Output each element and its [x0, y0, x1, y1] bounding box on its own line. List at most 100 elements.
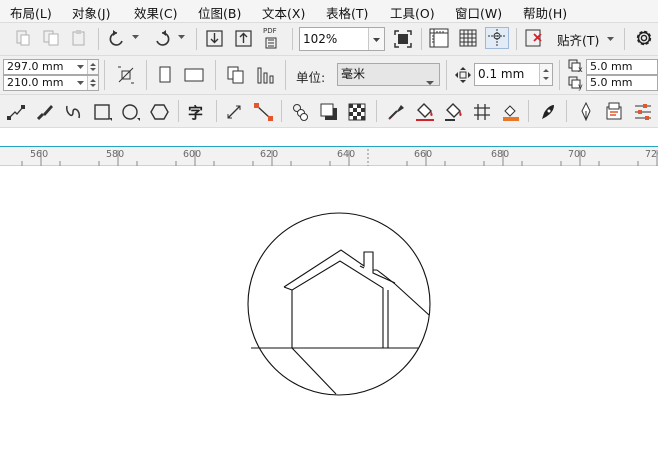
show-rulers-icon[interactable] [429, 28, 449, 48]
page-height-field[interactable]: 210.0 mm [3, 75, 99, 91]
lock-ratio-icon[interactable] [116, 65, 136, 85]
units-dropdown-icon[interactable] [425, 72, 435, 93]
menu-tools[interactable]: 工具(O) [390, 3, 435, 22]
smart-fill-icon[interactable] [443, 101, 465, 123]
drop-shadow-tool-icon[interactable] [319, 102, 339, 122]
menu-layout[interactable]: 布局(L) [10, 3, 52, 22]
nudge-spinner[interactable] [539, 64, 552, 85]
page-width-value: 297.0 mm [7, 60, 64, 73]
duplicate-x-label: x [578, 65, 583, 74]
ruler-label: 620 [260, 149, 279, 160]
landscape-icon[interactable] [183, 66, 205, 84]
units-value: 毫米 [341, 67, 366, 81]
duplicate-x-field[interactable]: 5.0 mm [586, 59, 658, 75]
separator [624, 28, 625, 50]
artistic-media-tool-icon[interactable] [35, 103, 55, 121]
undo-icon[interactable] [108, 29, 128, 47]
page-width-dropdown[interactable] [75, 60, 86, 74]
paste-icon[interactable] [70, 29, 88, 47]
pen-nib-tool-icon[interactable] [538, 101, 560, 123]
separator [216, 100, 217, 122]
drawing-canvas[interactable] [0, 166, 658, 454]
pdf-label: PDF [263, 27, 277, 35]
eyedropper-tool-icon[interactable] [386, 102, 406, 122]
separator [566, 100, 567, 122]
ruler-ticks [21, 149, 658, 167]
full-screen-icon[interactable] [393, 29, 413, 49]
ellipse-tool-icon[interactable] [121, 103, 141, 121]
page-height-value: 210.0 mm [7, 76, 64, 89]
page-width-spinner[interactable] [87, 60, 98, 74]
property-bar: 297.0 mm 210.0 mm 单位: 毫米 0.1 mm x y 5.0 … [0, 56, 658, 95]
house-in-circle-drawing[interactable] [0, 166, 658, 454]
nudge-distance-field[interactable]: 0.1 mm [474, 63, 553, 86]
separator [281, 100, 282, 122]
redo-dropdown-icon[interactable] [177, 34, 186, 40]
rectangle-tool-icon[interactable] [93, 103, 113, 121]
zoom-level-field[interactable]: 102% [299, 27, 385, 51]
roof-outline [283, 249, 396, 288]
fill-color-icon[interactable] [500, 101, 522, 123]
separator [421, 28, 422, 50]
menu-bitmap[interactable]: 位图(B) [198, 3, 241, 22]
portrait-icon[interactable] [157, 65, 173, 85]
standard-toolbar: PDF 102% 贴齐(T) [0, 23, 658, 56]
current-page-icon[interactable] [255, 64, 277, 86]
transparency-tool-icon[interactable] [347, 102, 367, 122]
freehand-tool-icon[interactable] [63, 102, 83, 122]
straight-connector-icon[interactable] [253, 102, 275, 122]
ruler-label: 680 [491, 149, 510, 160]
undo-dropdown-icon[interactable] [131, 34, 140, 40]
separator [104, 60, 105, 90]
polygon-tool-icon[interactable] [150, 103, 170, 121]
redo-icon[interactable] [152, 29, 172, 47]
nudge-distance-value: 0.1 mm [478, 67, 525, 81]
page-width-field[interactable]: 297.0 mm [3, 59, 99, 75]
interactive-fill-icon[interactable] [414, 101, 436, 123]
separator [146, 60, 147, 90]
export-icon[interactable] [234, 28, 254, 48]
toolbox: 字 [0, 95, 658, 128]
page-height-spinner[interactable] [87, 76, 98, 90]
page-height-dropdown[interactable] [75, 76, 86, 90]
snap-to-button[interactable]: 贴齐(T) [557, 30, 599, 49]
import-icon[interactable] [205, 28, 225, 48]
show-grid-icon[interactable] [458, 28, 478, 48]
separator [215, 60, 216, 90]
units-label: 单位: [296, 70, 326, 85]
separator [178, 100, 179, 122]
ruler-label: 600 [183, 149, 202, 160]
zoom-dropdown-button[interactable] [368, 28, 384, 50]
separator [559, 60, 560, 90]
nudge-icon [454, 66, 472, 84]
menu-effects[interactable]: 效果(C) [134, 3, 177, 22]
all-pages-icon[interactable] [226, 64, 246, 86]
dimension-tool-icon[interactable] [225, 103, 245, 121]
publish-pdf-icon[interactable]: PDF [263, 27, 283, 49]
blend-tool-icon[interactable] [291, 102, 311, 122]
snap-dropdown-icon[interactable] [606, 36, 615, 42]
menu-help[interactable]: 帮助(H) [523, 3, 567, 22]
menu-window[interactable]: 窗口(W) [455, 3, 502, 22]
menu-text[interactable]: 文本(X) [262, 3, 305, 22]
copy-icon[interactable] [42, 29, 60, 47]
units-select[interactable]: 毫米 [337, 63, 440, 86]
align-distribute-icon[interactable] [633, 102, 653, 122]
ruler-label: 700 [568, 149, 587, 160]
connector-tool-icon[interactable] [6, 103, 26, 121]
gear-icon[interactable] [634, 28, 654, 48]
fountain-pen-icon[interactable] [576, 101, 596, 123]
menu-object[interactable]: 对象(J) [72, 3, 110, 22]
duplicate-y-field[interactable]: 5.0 mm [586, 75, 658, 91]
duplicate-y-label: y [578, 82, 583, 91]
cut-icon[interactable] [14, 29, 32, 47]
text-tool-icon[interactable]: 字 [188, 102, 203, 123]
menu-table[interactable]: 表格(T) [326, 3, 368, 22]
object-properties-icon[interactable] [604, 101, 626, 123]
separator [196, 28, 197, 50]
duplicate-y-value: 5.0 mm [590, 76, 633, 89]
mesh-fill-icon[interactable] [472, 102, 492, 122]
show-guidelines-icon[interactable] [485, 27, 509, 49]
snap-off-icon[interactable] [524, 28, 544, 48]
horizontal-ruler[interactable]: 560 580 600 620 640 660 680 700 720 [0, 146, 658, 167]
